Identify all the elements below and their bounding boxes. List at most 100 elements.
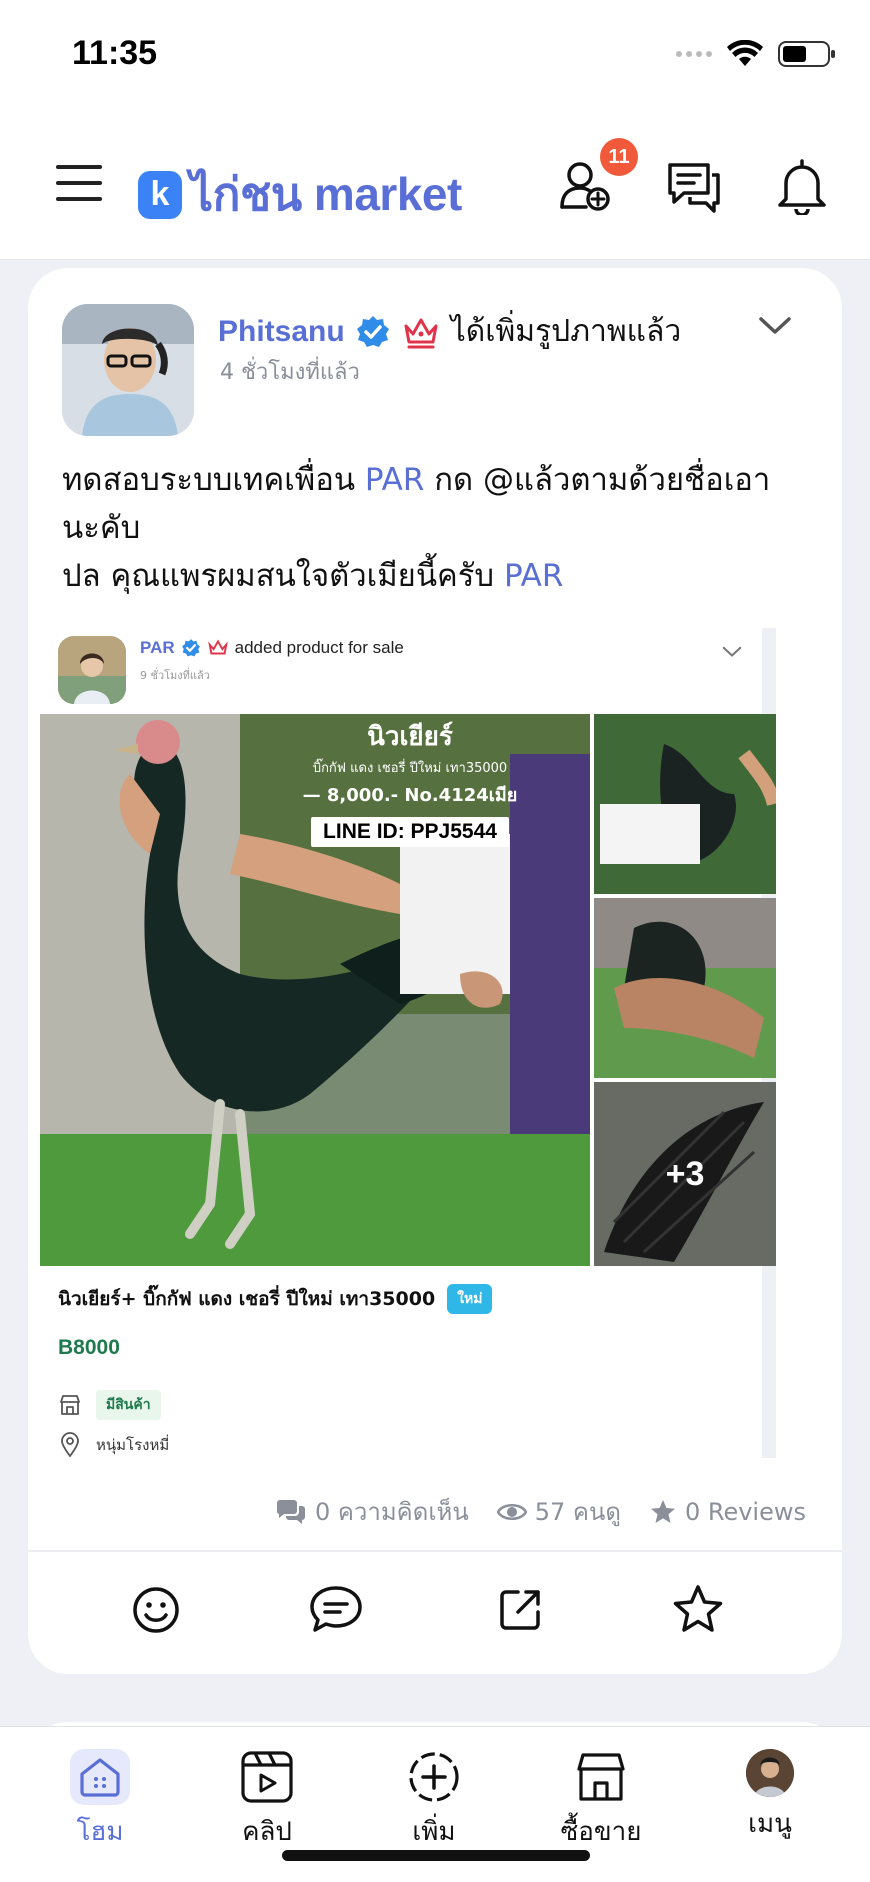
thumbnail-image bbox=[594, 898, 776, 1078]
post-body: ทดสอบระบบเทคเพื่อน PAR กด @แล้วตามด้วยชื… bbox=[62, 456, 822, 600]
verified-badge-icon bbox=[356, 315, 389, 347]
tab-home-label: โฮม bbox=[76, 1817, 124, 1847]
thumbnail-photo[interactable] bbox=[594, 714, 776, 894]
tab-add[interactable]: เพิ่ม bbox=[374, 1749, 494, 1852]
battery-icon bbox=[778, 41, 835, 67]
smiley-icon bbox=[133, 1587, 179, 1633]
tab-shop[interactable]: ซื้อขาย bbox=[541, 1749, 661, 1852]
chevron-down-icon[interactable] bbox=[758, 316, 792, 336]
tab-clip[interactable]: คลิป bbox=[207, 1749, 327, 1852]
product-title-row[interactable]: นิวเยียร์+ บิ๊กกัฟ แดง เชอรี่ ปีใหม่ เทา… bbox=[58, 1284, 493, 1314]
avatar-photo bbox=[58, 636, 126, 704]
wifi-icon bbox=[727, 40, 763, 66]
post-stats: 0 ความคิดเห็น 57 คนดู 0 Reviews bbox=[275, 1492, 806, 1531]
add-circle-icon bbox=[409, 1752, 459, 1802]
views-count: 57 คนดู bbox=[534, 1498, 621, 1526]
video-clip-icon bbox=[241, 1751, 293, 1803]
shared-author-name[interactable]: PAR bbox=[140, 638, 175, 658]
post-header: Phitsanu ได้เพิ่มรูปภาพแล้ว bbox=[218, 308, 681, 355]
author-avatar[interactable] bbox=[62, 304, 194, 436]
tab-shop-label: ซื้อขาย bbox=[560, 1817, 642, 1847]
crown-icon bbox=[404, 318, 438, 348]
shop-icon bbox=[577, 1753, 625, 1801]
overlay-price: — 8,000.- No.4124เมีย bbox=[302, 785, 518, 806]
author-name[interactable]: Phitsanu bbox=[218, 315, 345, 349]
shared-action: added product for sale bbox=[234, 638, 404, 657]
post-text: นะคับ bbox=[62, 510, 141, 546]
review-button[interactable] bbox=[668, 1580, 728, 1640]
mention-link[interactable]: PAR bbox=[365, 462, 424, 498]
verified-badge-icon bbox=[181, 639, 200, 657]
reviews-stat[interactable]: 0 Reviews bbox=[649, 1498, 806, 1526]
profile-avatar bbox=[746, 1749, 794, 1797]
comment-button[interactable] bbox=[306, 1580, 366, 1640]
photo-gallery[interactable]: นิวเยียร์ บิ๊กกัฟ แดง เชอรี่ ปีใหม่ เทา3… bbox=[40, 714, 776, 1266]
post-text: ทดสอบระบบเทคเพื่อน bbox=[62, 462, 365, 498]
overlay-subtitle: บิ๊กกัฟ แดง เชอรี่ ปีใหม่ เทา35000 bbox=[312, 761, 508, 776]
comments-icon bbox=[276, 1499, 305, 1524]
reviews-count: 0 Reviews bbox=[684, 1497, 806, 1526]
divider bbox=[28, 1550, 842, 1552]
home-indicator bbox=[282, 1850, 590, 1861]
tab-home[interactable]: โฮม bbox=[40, 1749, 160, 1852]
thumbnail-image bbox=[594, 714, 776, 894]
star-outline-icon bbox=[673, 1585, 723, 1632]
shared-time: 9 ชั่วโมงที่แล้ว bbox=[140, 669, 210, 682]
status-bar: 11:35 bbox=[0, 0, 870, 110]
react-button[interactable] bbox=[126, 1580, 186, 1640]
star-filled-icon bbox=[650, 1499, 675, 1523]
post-action: ได้เพิ่มรูปภาพแล้ว bbox=[450, 314, 682, 349]
more-photos-count: +3 bbox=[594, 1082, 776, 1266]
signal-icon bbox=[676, 51, 712, 57]
tab-clip-label: คลิป bbox=[242, 1817, 292, 1847]
avatar-photo bbox=[62, 304, 194, 436]
shared-product-post[interactable]: PAR added product for sale 9 ชั่วโมงที่แ… bbox=[28, 628, 776, 1458]
tab-menu[interactable]: เมนู bbox=[710, 1749, 830, 1844]
product-title: นิวเยียร์+ บิ๊กกัฟ แดง เชอรี่ ปีใหม่ เทา… bbox=[58, 1288, 436, 1310]
new-badge: ใหม่ bbox=[447, 1284, 493, 1314]
stock-row: มีสินค้า bbox=[58, 1390, 161, 1420]
shared-author-avatar[interactable] bbox=[58, 636, 126, 704]
thumbnail-photo[interactable] bbox=[594, 898, 776, 1078]
location-text: หนุ่มโรงหมี่ bbox=[96, 1436, 170, 1454]
comment-bubble-icon bbox=[310, 1586, 362, 1632]
app-logo[interactable]: k ไก่ชน market bbox=[138, 158, 462, 231]
comments-stat[interactable]: 0 ความคิดเห็น bbox=[275, 1492, 469, 1531]
comments-count: 0 ความคิดเห็น bbox=[314, 1498, 469, 1526]
eye-icon bbox=[496, 1503, 527, 1520]
overlay-title: นิวเยียร์ bbox=[367, 722, 453, 752]
post-text: กด @แล้วตามด้วยชื่อเอา bbox=[424, 462, 771, 498]
location-row: หนุ่มโรงหมี่ bbox=[58, 1432, 169, 1458]
mention-link[interactable]: PAR bbox=[504, 558, 563, 594]
views-stat: 57 คนดู bbox=[496, 1492, 621, 1531]
share-button[interactable] bbox=[490, 1580, 550, 1640]
product-price: B8000 bbox=[58, 1336, 120, 1359]
post-time: 4 ชั่วโมงที่แล้ว bbox=[220, 360, 360, 385]
tab-add-label: เพิ่ม bbox=[412, 1817, 456, 1847]
share-icon bbox=[500, 1590, 540, 1630]
status-icons bbox=[676, 40, 835, 68]
logo-text: ไก่ชน market bbox=[190, 168, 462, 220]
shared-header: PAR added product for sale bbox=[140, 638, 404, 658]
location-pin-icon bbox=[61, 1432, 79, 1458]
menu-hamburger-icon[interactable] bbox=[56, 165, 102, 201]
bell-icon[interactable] bbox=[772, 155, 832, 215]
app-header: k ไก่ชน market 11 bbox=[0, 110, 870, 260]
post-actions bbox=[28, 1580, 842, 1660]
stock-status: มีสินค้า bbox=[96, 1390, 161, 1420]
logo-mark: k bbox=[138, 170, 182, 219]
post-card: Phitsanu ได้เพิ่มรูปภาพแล้ว 4 ชั่วโมงที่… bbox=[28, 268, 842, 1674]
tab-menu-label: เมนู bbox=[748, 1809, 792, 1839]
store-icon bbox=[60, 1395, 80, 1415]
status-time: 11:35 bbox=[72, 34, 158, 72]
image-overlay: นิวเยียร์ บิ๊กกัฟ แดง เชอรี่ ปีใหม่ เทา3… bbox=[270, 716, 550, 847]
post-text: ปล คุณแพรผมสนใจตัวเมียนี้ครับ bbox=[62, 558, 504, 594]
main-photo[interactable]: นิวเยียร์ บิ๊กกัฟ แดง เชอรี่ ปีใหม่ เทา3… bbox=[40, 714, 590, 1266]
notification-badge: 11 bbox=[600, 138, 638, 176]
thumbnail-more-photos[interactable]: +3 bbox=[594, 1082, 776, 1266]
crown-icon bbox=[207, 639, 228, 655]
chevron-down-icon[interactable] bbox=[722, 646, 742, 658]
home-icon bbox=[70, 1749, 130, 1805]
overlay-line-id: LINE ID: PPJ5544 bbox=[311, 817, 509, 847]
chat-icon[interactable] bbox=[664, 155, 724, 215]
